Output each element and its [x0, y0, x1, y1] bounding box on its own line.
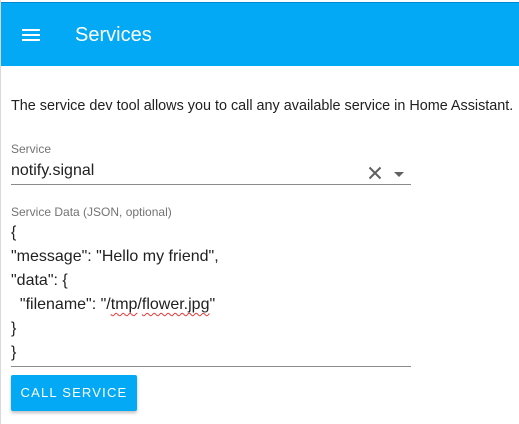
code-line: "message": "Hello my friend", [11, 248, 219, 265]
close-icon[interactable] [365, 163, 385, 183]
code-text: " [209, 296, 216, 313]
code-text: "filename": "/ [11, 296, 111, 313]
misspelled-word: flower.jpg [141, 296, 210, 313]
code-line: "filename": "/tmp/flower.jpg" [11, 294, 215, 316]
code-line: } [11, 344, 17, 361]
call-service-button[interactable]: CALL SERVICE [11, 375, 137, 411]
service-field-label: Service [11, 142, 52, 156]
service-input[interactable]: notify.signal [11, 160, 94, 182]
misspelled-word: tmp [110, 296, 138, 313]
caret-down-icon[interactable] [389, 164, 409, 184]
code-line: { [11, 224, 17, 241]
description-text: The service dev tool allows you to call … [11, 98, 514, 114]
code-line: } [11, 320, 17, 337]
service-data-label: Service Data (JSON, optional) [11, 205, 172, 219]
service-field-underline [11, 184, 411, 185]
app-toolbar: Services [1, 2, 519, 66]
hamburger-menu-icon[interactable] [13, 17, 49, 53]
code-line: "data": { [11, 272, 68, 289]
page-title: Services [75, 24, 152, 46]
app-window: Services The service dev tool allows you… [0, 0, 519, 424]
service-data-editor[interactable]: { "message": "Hello my friend", "data": … [11, 222, 411, 366]
service-data-underline [11, 366, 411, 367]
